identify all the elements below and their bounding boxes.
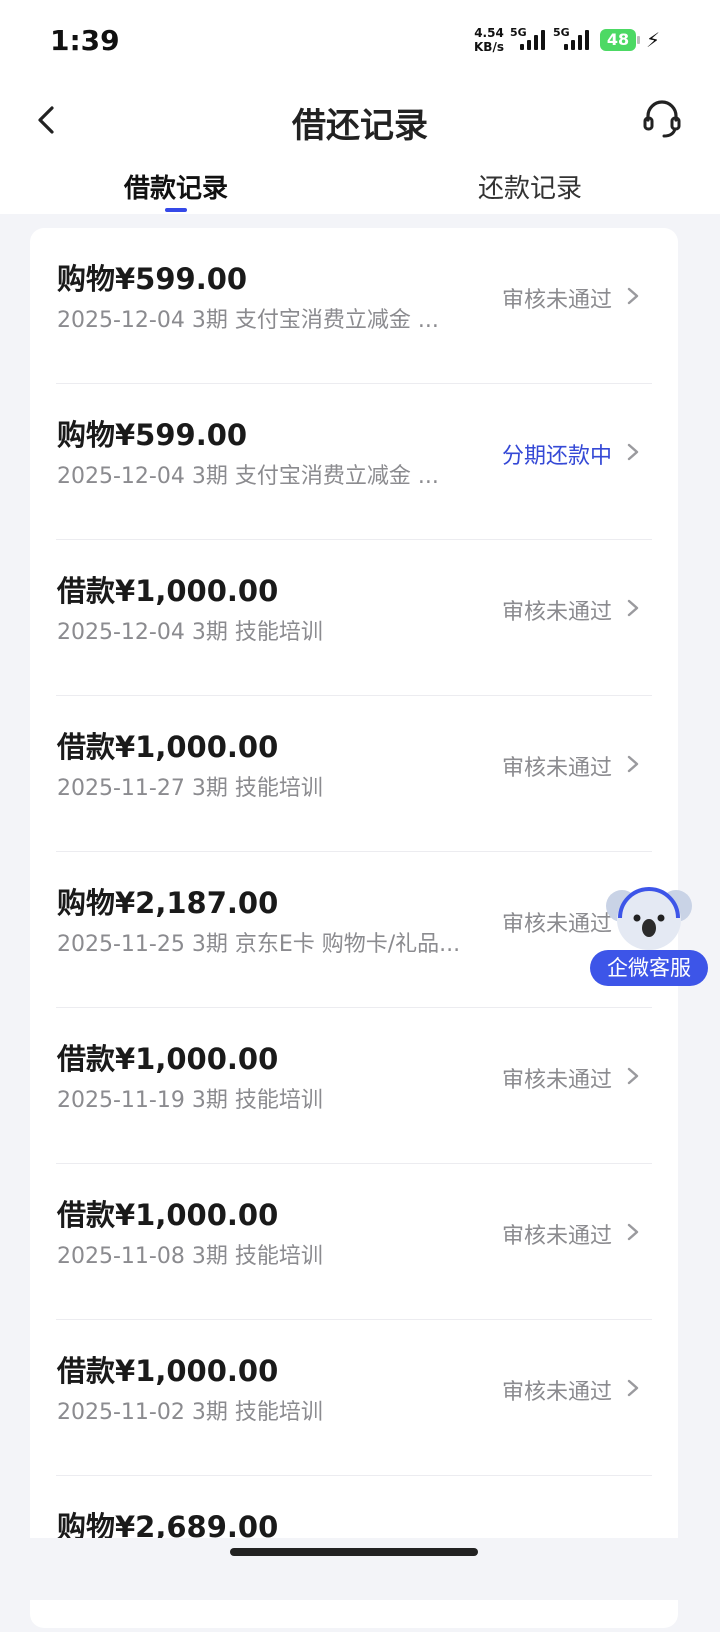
chevron-right-icon <box>627 287 639 305</box>
chevron-right-icon <box>627 1223 639 1241</box>
battery-level: 48 <box>606 30 630 49</box>
record-meta: 2025-11-19 3期 技能培训 <box>57 1088 323 1113</box>
customer-service-button[interactable] <box>640 96 684 140</box>
status-bar: 1:39 4.54 KB/s 5G 5G 48 ⚡ <box>0 0 720 80</box>
record-row[interactable]: 借款¥1,000.00 2025-11-02 3期 技能培训 审核未通过 <box>30 1320 678 1476</box>
koala-mascot-icon <box>606 887 692 950</box>
record-meta: 2025-11-27 3期 技能培训 <box>57 776 323 801</box>
chevron-right-icon <box>627 755 639 773</box>
record-amount: 借款¥1,000.00 <box>57 1042 279 1076</box>
record-status: 分期还款中 <box>501 444 612 469</box>
record-status: 审核未通过 <box>501 1068 612 1093</box>
record-amount: 借款¥1,000.00 <box>57 1354 279 1388</box>
record-meta: 2025-12-04 3期 技能培训 <box>57 620 323 645</box>
chevron-right-icon <box>627 599 639 617</box>
record-meta: 2025-12-04 3期 支付宝消费立减金 ... <box>57 308 439 333</box>
tab-repay-records[interactable]: 还款记录 <box>478 168 582 205</box>
battery-icon: 48 <box>600 29 640 51</box>
wecom-service-label: 企微客服 <box>590 950 708 986</box>
record-meta: 2025-11-25 3期 京东E卡 购物卡/礼品... <box>57 932 461 957</box>
record-meta: 2025-12-04 3期 支付宝消费立减金 ... <box>57 464 439 489</box>
record-status: 审核未通过 <box>501 756 612 781</box>
record-row[interactable]: 借款¥1,000.00 2025-11-08 3期 技能培训 审核未通过 <box>30 1164 678 1320</box>
network-speed-unit: KB/s <box>474 40 504 54</box>
record-amount: 购物¥599.00 <box>57 418 248 452</box>
record-meta: 2025-11-02 3期 技能培训 <box>57 1400 323 1425</box>
charging-icon: ⚡ <box>646 28 661 52</box>
record-amount: 借款¥1,000.00 <box>57 574 279 608</box>
record-row[interactable]: 借款¥1,000.00 2025-12-04 3期 技能培训 审核未通过 <box>30 540 678 696</box>
record-amount: 借款¥1,000.00 <box>57 730 279 764</box>
tab-borrow-records[interactable]: 借款记录 <box>124 168 228 205</box>
record-row[interactable]: 购物¥599.00 2025-12-04 3期 支付宝消费立减金 ... 审核未… <box>30 228 678 384</box>
home-indicator[interactable] <box>230 1548 478 1556</box>
record-meta: 2025-11-08 3期 技能培训 <box>57 1244 323 1269</box>
chevron-right-icon <box>627 1067 639 1085</box>
record-amount: 借款¥1,000.00 <box>57 1198 279 1232</box>
network-speed: 4.54 KB/s <box>474 26 504 54</box>
record-status: 审核未通过 <box>501 1380 612 1405</box>
record-list: 购物¥599.00 2025-12-04 3期 支付宝消费立减金 ... 审核未… <box>30 228 678 1628</box>
record-row[interactable]: 借款¥1,000.00 2025-11-27 3期 技能培训 审核未通过 <box>30 696 678 852</box>
record-amount: 购物¥599.00 <box>57 262 248 296</box>
chevron-right-icon <box>627 1379 639 1397</box>
record-status: 审核未通过 <box>501 288 612 313</box>
record-status: 审核未通过 <box>501 1224 612 1249</box>
network-speed-value: 4.54 <box>474 26 504 40</box>
record-status: 审核未通过 <box>501 600 612 625</box>
record-row[interactable]: 借款¥1,000.00 2025-11-19 3期 技能培训 审核未通过 <box>30 1008 678 1164</box>
record-row[interactable]: 购物¥599.00 2025-12-04 3期 支付宝消费立减金 ... 分期还… <box>30 384 678 540</box>
record-amount: 购物¥2,187.00 <box>57 886 279 920</box>
chevron-right-icon <box>627 443 639 461</box>
signal-1-bars-icon <box>520 30 545 50</box>
active-tab-indicator <box>165 208 187 212</box>
wecom-service-float-button[interactable]: 企微客服 <box>590 884 708 988</box>
record-row[interactable]: 购物¥2,187.00 2025-11-25 3期 京东E卡 购物卡/礼品...… <box>30 852 678 1008</box>
headset-icon <box>643 100 681 138</box>
status-time: 1:39 <box>50 24 120 57</box>
signal-2-bars-icon <box>564 30 589 50</box>
record-tabs: 借款记录 还款记录 <box>0 160 720 214</box>
page-title: 借还记录 <box>292 106 428 146</box>
nav-bar: 借还记录 <box>0 80 720 160</box>
